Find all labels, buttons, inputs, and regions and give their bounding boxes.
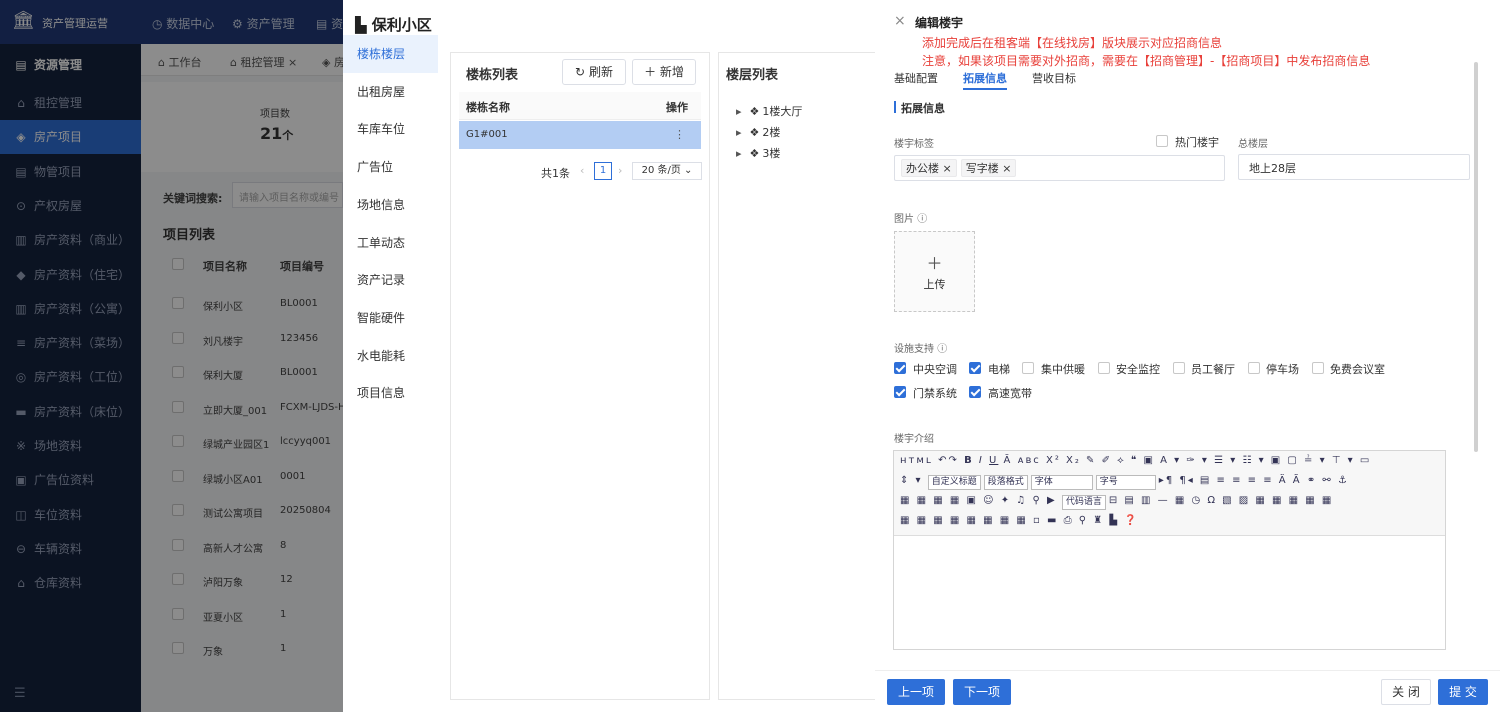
close-button[interactable]: 关 闭 (1381, 679, 1431, 705)
facility-checkbox[interactable] (894, 386, 906, 398)
tab-revenue-target[interactable]: 营收目标 (1032, 70, 1076, 86)
editor-toolbar-row-2[interactable]: ⇕ ▾ 自定义标题 段落格式 字体 字号 ▸¶ ¶◂ ▤ ≡ ≡ ≡ ≡ Ä Ã ⚭ ⚯… (900, 475, 1349, 491)
prev-item-button[interactable]: 上一项 (887, 679, 945, 705)
help-icon: ⓘ (937, 344, 948, 355)
col-building-name: 楼栋名称 (466, 101, 510, 114)
tab-basic-config[interactable]: 基础配置 (894, 70, 938, 86)
active-tab-indicator (963, 88, 1007, 90)
tag-select[interactable]: 办公楼 × 写字楼 × (894, 155, 1225, 181)
side-menu-item[interactable]: 楼栋楼层 (343, 35, 438, 73)
col-operation: 操作 (666, 101, 688, 114)
paragraph-select[interactable]: 段落格式 (983, 475, 1028, 490)
page-size-select[interactable]: 20 条/页 ⌄ (632, 162, 702, 180)
section-bar (894, 101, 896, 113)
side-menu-item[interactable]: 资产记录 (343, 261, 438, 299)
side-menu-item[interactable]: 项目信息 (343, 374, 438, 412)
facility-checkbox[interactable] (1173, 362, 1185, 374)
floor-tree-item[interactable]: ▸ ❖ 3楼 (736, 145, 780, 161)
font-size-select[interactable]: 字号 (1095, 475, 1156, 490)
facility-label: 员工餐厅 (1191, 363, 1235, 376)
submit-button[interactable]: 提 交 (1438, 679, 1488, 705)
facility-label: 设施支持 ⓘ (894, 344, 948, 355)
drawer-scrollbar[interactable] (1474, 62, 1478, 452)
next-item-button[interactable]: 下一项 (953, 679, 1011, 705)
side-menu-item[interactable]: 广告位 (343, 148, 438, 186)
facility-checkbox[interactable] (969, 362, 981, 374)
facility-label: 高速宽带 (988, 387, 1032, 400)
next-page-icon[interactable]: › (618, 164, 622, 177)
total-floors-label: 总楼层 (1238, 139, 1268, 150)
code-language-select[interactable]: 代码语言 (1061, 495, 1106, 510)
font-select[interactable]: 字体 (1030, 475, 1093, 490)
notice-line-2: 注意，如果该项目需要对外招商，需要在【招商管理】-【招商项目】中发布招商信息 (922, 54, 1371, 68)
facility-checkbox[interactable] (1098, 362, 1110, 374)
side-menu-item[interactable]: 场地信息 (343, 186, 438, 224)
total-floors-input[interactable]: 地上28层 (1238, 154, 1470, 180)
expand-arrow-icon[interactable]: ▸ (736, 147, 742, 160)
hot-building-checkbox[interactable] (1156, 135, 1168, 147)
refresh-button[interactable]: ↻ 刷新 (562, 59, 626, 85)
page-number[interactable]: 1 (594, 162, 612, 180)
facility-label: 电梯 (988, 363, 1010, 376)
floor-label: 1楼大厅 (762, 105, 803, 118)
facility-checkbox[interactable] (1248, 362, 1260, 374)
facility-checkbox[interactable] (894, 362, 906, 374)
layers-icon: ❖ (749, 105, 760, 118)
facility-checkbox[interactable] (969, 386, 981, 398)
side-menu-item[interactable]: 水电能耗 (343, 337, 438, 375)
floor-tree-item[interactable]: ▸ ❖ 1楼大厅 (736, 103, 802, 119)
plus-icon: ＋ (644, 65, 657, 79)
tag-chip[interactable]: 办公楼 × (901, 159, 957, 177)
editor-toolbar-row-1[interactable]: ʜᴛᴍʟ ↶↷ B I U Ā ᴀʙᴄ X² X₂ ✎ ✐ ⟡ ❝ ▣ A ▾ … (900, 455, 1371, 471)
pagination-total: 共1条 (541, 167, 570, 180)
side-menu-item[interactable]: 车库车位 (343, 110, 438, 148)
upload-label: 上传 (923, 278, 946, 291)
facility-checkbox[interactable] (1022, 362, 1034, 374)
building-list-panel (450, 52, 710, 700)
facility-label: 停车场 (1266, 363, 1299, 376)
floor-list-title: 楼层列表 (726, 68, 779, 83)
custom-title-select[interactable]: 自定义标题 (927, 475, 981, 490)
intro-label: 楼宇介绍 (894, 434, 934, 445)
hot-building-label: 热门楼宇 (1175, 136, 1219, 149)
image-label: 图片 ⓘ (894, 214, 928, 225)
tag-chip[interactable]: 写字楼 × (960, 159, 1017, 177)
side-menu-item[interactable]: 出租房屋 (343, 73, 438, 111)
floor-label: 2楼 (762, 126, 781, 139)
close-icon[interactable]: × (894, 13, 906, 29)
project-title: ▙ 保利小区 (355, 16, 432, 34)
notice-line-1: 添加完成后在租客端【在线找房】版块展示对应招商信息 (922, 36, 1223, 50)
side-menu-item[interactable]: 工单动态 (343, 224, 438, 262)
side-menu-item[interactable]: 智能硬件 (343, 299, 438, 337)
facility-label: 安全监控 (1116, 363, 1160, 376)
add-building-button[interactable]: ＋ 新增 (632, 59, 696, 85)
facility-label: 免费会议室 (1330, 363, 1385, 376)
floor-tree-item[interactable]: ▸ ❖ 2楼 (736, 124, 780, 140)
drawer-title: 编辑楼宇 (915, 16, 964, 30)
prev-page-icon[interactable]: ‹ (580, 164, 584, 177)
expand-arrow-icon[interactable]: ▸ (736, 105, 742, 118)
more-icon[interactable]: ⋮ (674, 128, 685, 141)
layers-icon: ❖ (749, 126, 760, 139)
facility-label: 门禁系统 (913, 387, 957, 400)
building-name-cell: G1#001 (466, 129, 508, 140)
expand-arrow-icon[interactable]: ▸ (736, 126, 742, 139)
layers-icon: ❖ (749, 147, 760, 160)
facility-label: 中央空调 (913, 363, 957, 376)
tag-label: 楼宇标签 (894, 139, 934, 150)
building-list-title: 楼栋列表 (466, 68, 519, 83)
upload-box[interactable]: ＋ 上传 (894, 231, 975, 312)
facility-checkbox[interactable] (1312, 362, 1324, 374)
help-icon: ⓘ (917, 214, 928, 225)
editor-toolbar-row-3[interactable]: ▦ ▦ ▦ ▦ ▣ ☺ ✦ ♫ ⚲ ▶ 代码语言 ⊟ ▤ ▥ — ▦ ◷ Ω ▧ … (900, 495, 1333, 511)
plus-icon: ＋ (926, 254, 943, 273)
section-title: 拓展信息 (901, 102, 945, 115)
floor-label: 3楼 (762, 147, 781, 160)
tab-extended-info[interactable]: 拓展信息 (963, 70, 1007, 86)
building-icon: ▙ (355, 16, 367, 34)
refresh-icon: ↻ (575, 65, 586, 79)
facility-label: 集中供暖 (1041, 363, 1085, 376)
editor-toolbar-row-4[interactable]: ▦ ▦ ▦ ▦ ▦ ▦ ▦ ▦ ▫ ▬ ⎙ ⚲ ♜ ▙ ❓ (900, 515, 1139, 531)
